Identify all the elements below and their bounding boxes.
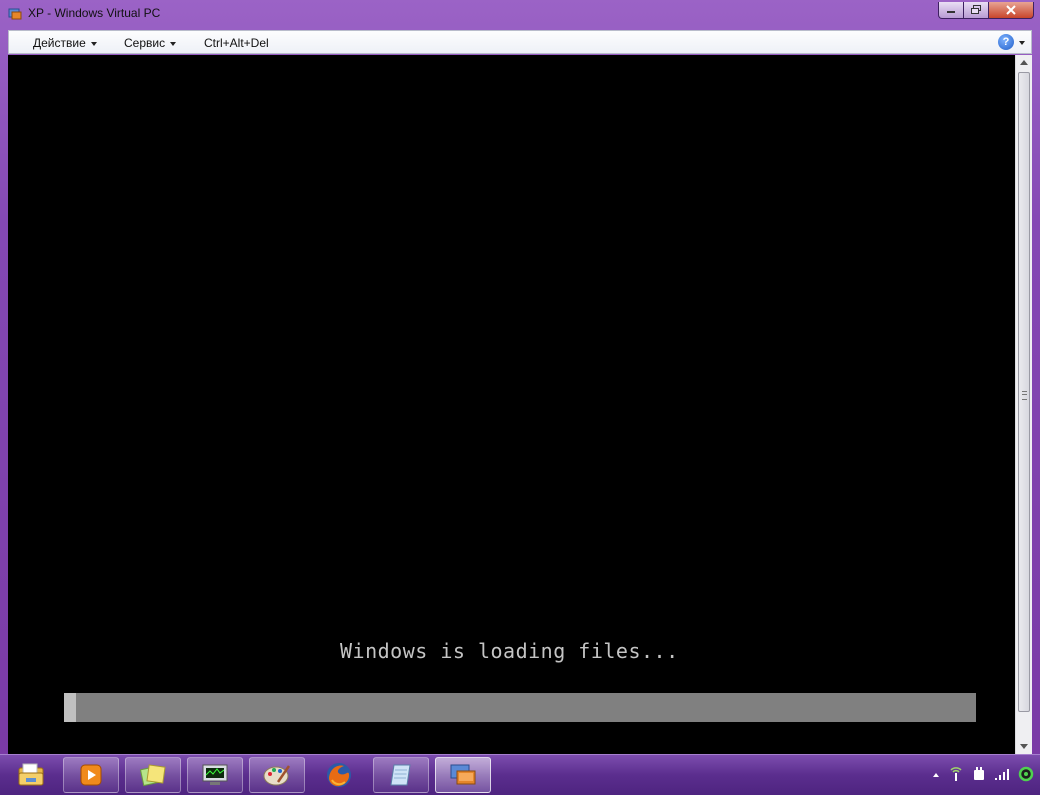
loading-progress-fill — [64, 693, 76, 722]
maximize-button[interactable] — [964, 2, 989, 19]
signal-strength-icon — [995, 768, 1009, 780]
vertical-scrollbar[interactable] — [1015, 55, 1032, 754]
taskbar-firefox[interactable] — [311, 757, 367, 793]
taskbar-media-player[interactable] — [63, 757, 119, 793]
menu-bar: Действие Сервис Ctrl+Alt+Del ? — [8, 30, 1032, 54]
chevron-down-icon — [1019, 40, 1025, 45]
loading-message: Windows is loading files... — [340, 639, 679, 663]
system-tray — [932, 765, 1034, 785]
taskbar-explorer[interactable] — [3, 757, 59, 793]
virtual-pc-icon — [450, 764, 476, 785]
show-hidden-icons-arrow[interactable] — [932, 768, 940, 782]
chevron-down-icon — [170, 41, 177, 46]
sticky-notes-icon — [139, 764, 166, 787]
window-title: XP - Windows Virtual PC — [28, 6, 161, 20]
media-player-icon — [80, 764, 102, 786]
chevron-down-icon — [90, 41, 97, 46]
status-ring-icon — [1018, 766, 1034, 781]
restore-icon — [971, 5, 981, 14]
menu-action-label: Действие — [33, 36, 86, 50]
taskbar-task-manager[interactable] — [187, 757, 243, 793]
menu-ctrl-alt-del[interactable]: Ctrl+Alt+Del — [204, 36, 269, 50]
virtual-pc-window: XP - Windows Virtual PC Действие Сервис … — [0, 0, 1040, 754]
signal-icon[interactable] — [994, 767, 1010, 784]
menu-ctrl-alt-del-label: Ctrl+Alt+Del — [204, 36, 269, 50]
notepad-icon — [390, 764, 411, 786]
taskbar-virtual-pc[interactable] — [435, 757, 491, 793]
grip-icon — [1022, 391, 1027, 400]
virtual-pc-app-icon[interactable] — [8, 7, 22, 21]
power-icon[interactable] — [972, 766, 986, 785]
taskbar-paint[interactable] — [249, 757, 305, 793]
scrollbar-thumb[interactable] — [1018, 72, 1030, 712]
close-button[interactable] — [989, 2, 1034, 19]
firefox-icon — [327, 763, 351, 787]
menu-service-label: Сервис — [124, 36, 166, 50]
scroll-down-arrow-icon[interactable] — [1020, 744, 1028, 749]
loading-progress-bar — [64, 693, 976, 722]
taskbar — [0, 754, 1040, 795]
network-icon[interactable] — [948, 766, 964, 785]
status-icon[interactable] — [1018, 766, 1034, 785]
menu-service[interactable]: Сервис — [124, 36, 177, 50]
chevron-up-icon — [933, 773, 939, 777]
wireless-network-icon — [950, 766, 962, 781]
help-button[interactable]: ? — [998, 34, 1025, 50]
minimize-button[interactable] — [938, 2, 964, 19]
taskbar-sticky-notes[interactable] — [125, 757, 181, 793]
paint-icon — [263, 765, 291, 786]
explorer-icon — [18, 763, 44, 786]
power-plug-icon — [974, 766, 984, 780]
help-icon: ? — [998, 34, 1014, 50]
close-icon — [1006, 5, 1016, 15]
taskbar-notepad[interactable] — [373, 757, 429, 793]
minimize-icon — [947, 11, 955, 13]
scroll-up-arrow-icon[interactable] — [1020, 60, 1028, 65]
menu-action[interactable]: Действие — [33, 36, 97, 50]
window-controls — [938, 2, 1034, 20]
task-manager-icon — [202, 764, 228, 785]
title-bar[interactable]: XP - Windows Virtual PC — [0, 0, 1040, 28]
vm-screen[interactable]: Windows is loading files... — [8, 55, 1015, 754]
